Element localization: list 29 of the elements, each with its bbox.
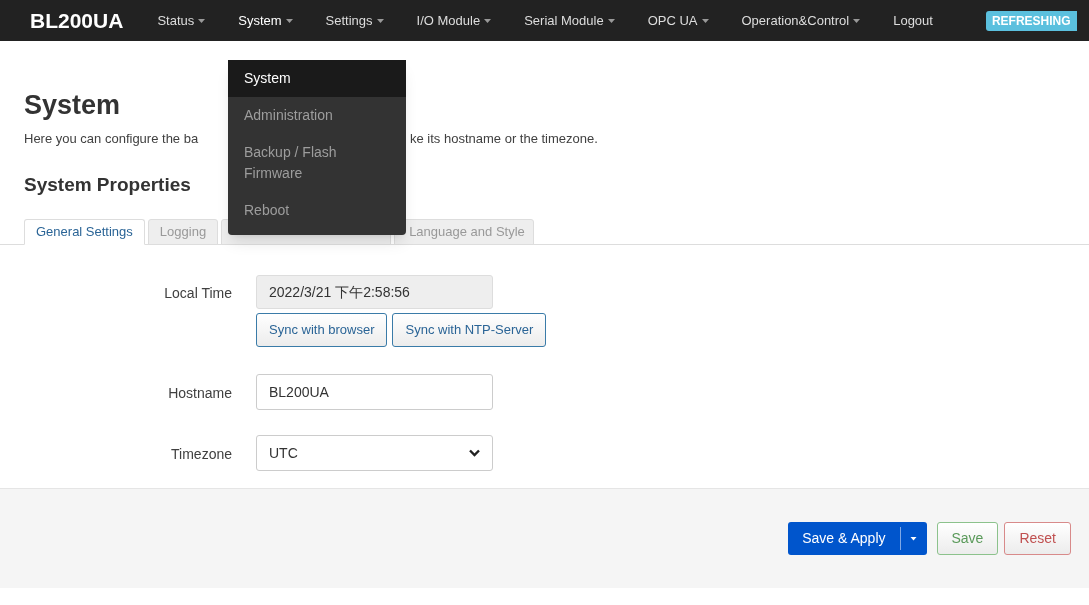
- nav-menu[interactable]: Operation&Control: [741, 10, 861, 31]
- refreshing-badge: REFRESHING: [985, 10, 1077, 31]
- sync-button[interactable]: Sync with NTP-Server: [392, 313, 547, 347]
- timezone-select[interactable]: UTC: [256, 435, 493, 471]
- reset-button[interactable]: Reset: [1004, 522, 1071, 555]
- dropdown-item[interactable]: Backup / Flash Firmware: [228, 134, 406, 192]
- page-title: System: [24, 89, 121, 122]
- section-title: System Properties: [24, 172, 191, 197]
- tab[interactable]: General Settings: [24, 219, 145, 245]
- chevron-down-icon: [469, 449, 480, 457]
- description-text: Here you can configure the ba: [24, 130, 200, 148]
- dropdown-item[interactable]: Administration: [228, 97, 406, 134]
- brand-title[interactable]: BL200UA: [30, 4, 124, 37]
- dropdown-item[interactable]: System: [228, 60, 406, 97]
- nav-menu[interactable]: I/O Module: [416, 10, 492, 31]
- sync-button[interactable]: Sync with browser: [256, 313, 388, 347]
- nav-menu[interactable]: OPC UA: [647, 10, 709, 31]
- nav-menu[interactable]: Settings: [325, 10, 384, 31]
- hostname-field[interactable]: BL200UA: [256, 374, 493, 410]
- nav-menu[interactable]: Serial Module: [524, 10, 615, 31]
- description-text: ke its hostname or the timezone.: [410, 130, 598, 148]
- local-time-field: 2022/3/21 下午2:58:56: [256, 275, 493, 309]
- nav-menu[interactable]: Status: [157, 10, 206, 31]
- nav-menu[interactable]: Logout: [893, 10, 933, 31]
- nav-menu[interactable]: System: [238, 10, 293, 31]
- save-apply-button[interactable]: Save & Apply: [788, 522, 927, 555]
- field-label: Timezone: [170, 445, 232, 464]
- field-label: Hostname: [167, 384, 232, 403]
- field-label: Local Time: [163, 284, 232, 303]
